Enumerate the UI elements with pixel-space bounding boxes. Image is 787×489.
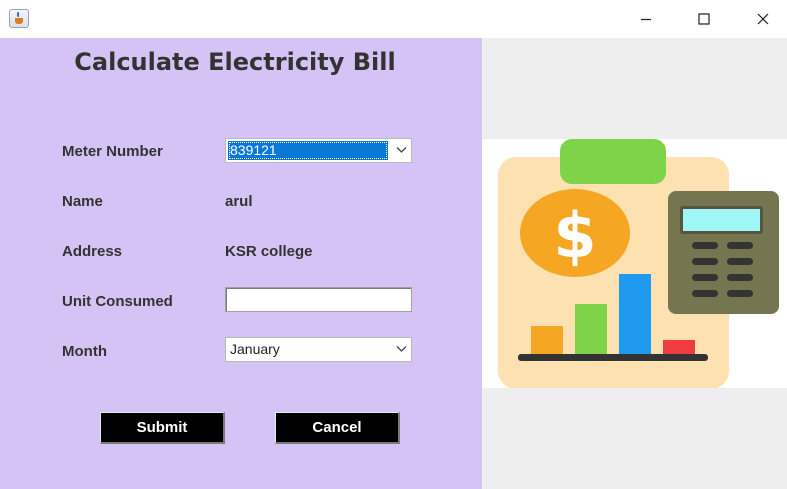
unit-consumed-input[interactable] (225, 287, 412, 312)
dollar-sign-icon: $ (553, 199, 596, 272)
window-titlebar (0, 0, 787, 38)
name-label: Name (62, 193, 103, 210)
bar-chart-bar-1 (531, 326, 563, 356)
meter-number-select[interactable]: 839121 (225, 138, 412, 163)
chevron-down-icon (396, 346, 407, 352)
bar-chart-bar-3 (619, 274, 651, 356)
meter-number-selected: 839121 (228, 141, 388, 160)
calculator-screen (683, 209, 760, 231)
month-label: Month (62, 343, 107, 360)
maximize-button[interactable] (675, 0, 733, 38)
chevron-down-icon (396, 147, 407, 153)
unit-consumed-label: Unit Consumed (62, 293, 173, 310)
java-app-icon (9, 9, 29, 28)
image-panel: $ (482, 38, 787, 489)
name-value: arul (225, 193, 253, 210)
bar-chart-bar-4 (663, 340, 695, 356)
bar-chart-bar-2 (575, 304, 607, 356)
bill-illustration-svg: $ (498, 139, 779, 389)
page-title: Calculate Electricity Bill (74, 48, 396, 76)
month-selected: January (230, 341, 280, 357)
minimize-icon (641, 18, 651, 21)
bill-illustration: $ (482, 139, 787, 389)
clipboard-clip-icon (560, 139, 666, 184)
address-label: Address (62, 243, 123, 260)
submit-button[interactable]: Submit (100, 412, 225, 444)
cancel-button[interactable]: Cancel (275, 412, 400, 444)
bar-chart-baseline (518, 354, 708, 361)
close-button[interactable] (734, 0, 787, 38)
maximize-icon (698, 13, 710, 25)
month-select[interactable]: January (225, 337, 412, 362)
meter-number-label: Meter Number (62, 143, 163, 160)
close-icon (757, 13, 769, 25)
minimize-button[interactable] (617, 0, 675, 38)
form-panel: Calculate Electricity Bill Meter Number … (0, 38, 482, 489)
address-value: KSR college (225, 243, 313, 260)
